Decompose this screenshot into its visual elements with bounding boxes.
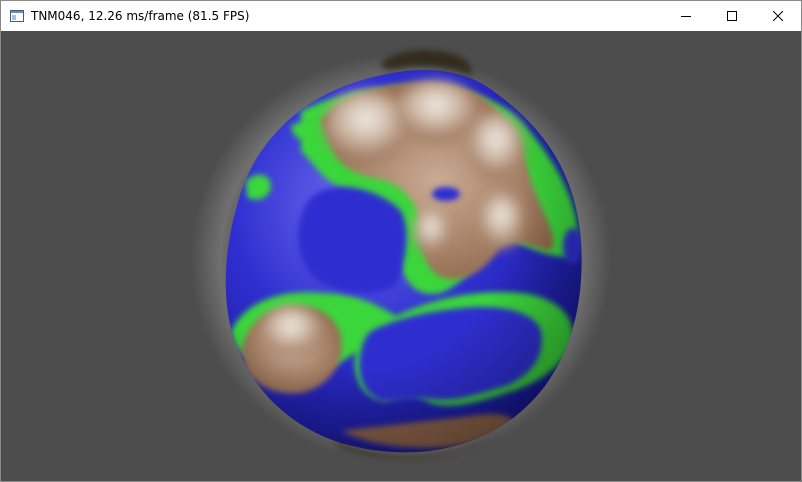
application-window-icon	[9, 8, 25, 24]
maximize-button[interactable]	[709, 1, 755, 31]
minimize-button[interactable]	[663, 1, 709, 31]
maximize-icon	[727, 11, 737, 21]
minimize-icon	[681, 16, 691, 17]
render-viewport[interactable]	[1, 31, 801, 481]
planet-render	[191, 50, 611, 464]
window-title: TNM046, 12.26 ms/frame (81.5 FPS)	[31, 9, 250, 23]
close-icon	[773, 11, 783, 21]
title-bar[interactable]: TNM046, 12.26 ms/frame (81.5 FPS)	[1, 1, 801, 31]
close-button[interactable]	[755, 1, 801, 31]
application-window: TNM046, 12.26 ms/frame (81.5 FPS)	[0, 0, 802, 482]
window-controls	[663, 1, 801, 31]
